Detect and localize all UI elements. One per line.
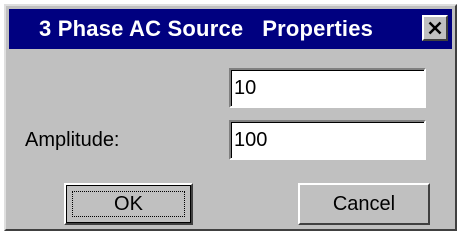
dialog-title: 3 Phase AC Source Properties: [39, 16, 374, 41]
close-icon: [428, 21, 442, 35]
amplitude-input[interactable]: [229, 120, 426, 160]
amplitude-label: Amplitude:: [25, 129, 120, 151]
title-bar[interactable]: 3 Phase AC Source Properties: [9, 9, 452, 49]
cancel-button-label: Cancel: [332, 192, 396, 215]
ok-button[interactable]: OK: [64, 183, 193, 225]
close-button[interactable]: [422, 15, 448, 41]
cancel-button[interactable]: Cancel: [298, 183, 430, 225]
focus-ring: [72, 191, 185, 217]
properties-dialog: 3 Phase AC Source Properties Amplitude: …: [4, 4, 457, 231]
top-value-input[interactable]: [229, 68, 426, 108]
